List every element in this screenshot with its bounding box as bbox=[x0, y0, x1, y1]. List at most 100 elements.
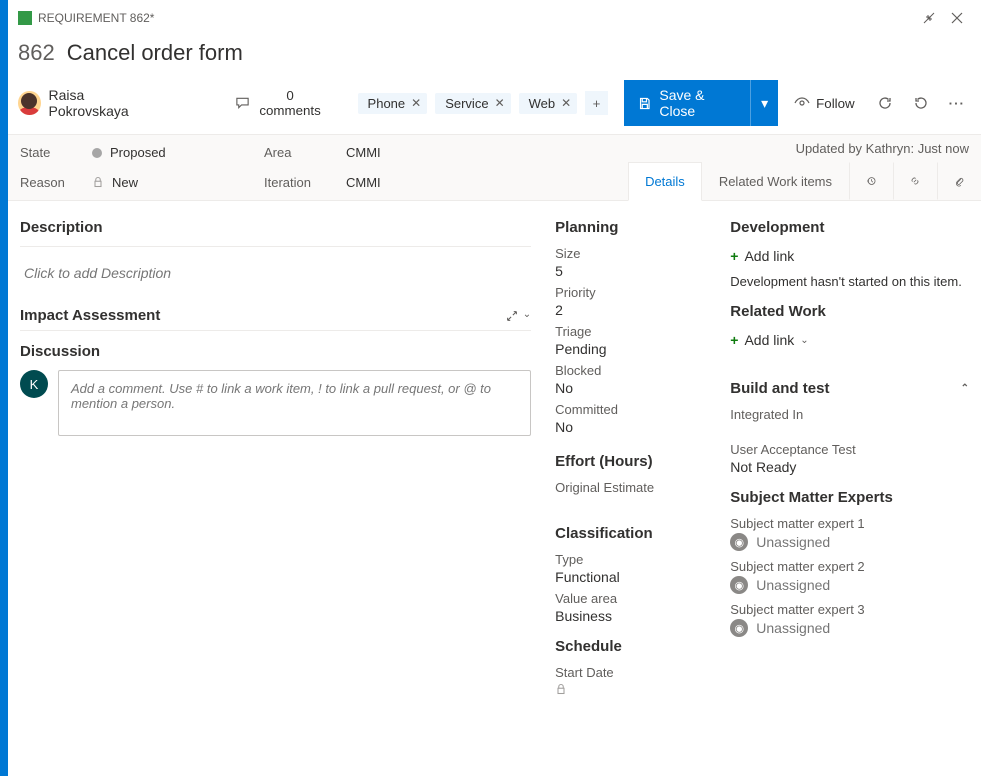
comments-count-label: 0 comments bbox=[256, 88, 324, 118]
valuearea-field[interactable]: Business bbox=[555, 608, 706, 624]
impact-heading: Impact Assessment bbox=[20, 307, 160, 324]
tag-label: Web bbox=[529, 96, 556, 111]
follow-label: Follow bbox=[816, 96, 855, 111]
tab-details[interactable]: Details bbox=[628, 162, 702, 201]
sme3-picker[interactable]: ◉ Unassigned bbox=[730, 619, 969, 637]
priority-field[interactable]: 2 bbox=[555, 302, 706, 318]
sme3-label: Subject matter expert 3 bbox=[730, 602, 969, 617]
history-icon bbox=[866, 173, 876, 189]
save-label: Save & Close bbox=[659, 87, 736, 119]
tab-related-label: Related Work items bbox=[719, 174, 832, 189]
comment-input[interactable]: Add a comment. Use # to link a work item… bbox=[58, 370, 531, 436]
tag-remove-icon[interactable]: ✕ bbox=[561, 96, 571, 110]
refresh-button[interactable] bbox=[871, 89, 899, 117]
size-field[interactable]: 5 bbox=[555, 263, 706, 279]
state-value: Proposed bbox=[110, 145, 166, 160]
undo-button[interactable] bbox=[907, 89, 935, 117]
attachment-icon bbox=[954, 173, 964, 189]
link-icon bbox=[910, 173, 920, 189]
priority-label: Priority bbox=[555, 285, 706, 300]
planning-heading: Planning bbox=[555, 219, 706, 236]
chevron-down-icon: ⌄ bbox=[800, 335, 808, 346]
description-heading: Description bbox=[20, 219, 531, 236]
tag-remove-icon[interactable]: ✕ bbox=[495, 96, 505, 110]
reason-field[interactable]: New bbox=[92, 175, 252, 190]
follow-button[interactable]: Follow bbox=[786, 89, 863, 117]
plus-icon: + bbox=[730, 332, 738, 348]
type-field[interactable]: Functional bbox=[555, 569, 706, 585]
iteration-value: CMMI bbox=[346, 175, 381, 190]
tab-history[interactable] bbox=[849, 162, 893, 200]
sme3-value: Unassigned bbox=[756, 620, 830, 636]
blocked-label: Blocked bbox=[555, 363, 706, 378]
discussion-heading: Discussion bbox=[20, 343, 531, 360]
updated-by-label: Updated by Kathryn: Just now bbox=[784, 135, 981, 162]
sme2-picker[interactable]: ◉ Unassigned bbox=[730, 576, 969, 594]
triage-field[interactable]: Pending bbox=[555, 341, 706, 357]
committed-label: Committed bbox=[555, 402, 706, 417]
development-add-link-button[interactable]: + Add link bbox=[730, 246, 794, 266]
effort-heading: Effort (Hours) bbox=[555, 453, 706, 470]
startdate-field[interactable] bbox=[555, 682, 706, 698]
uat-field[interactable]: Not Ready bbox=[730, 459, 969, 475]
valuearea-label: Value area bbox=[555, 591, 706, 606]
restore-window-icon[interactable] bbox=[915, 4, 943, 32]
comments-button[interactable]: 0 comments bbox=[227, 84, 332, 122]
tab-related-work-items[interactable]: Related Work items bbox=[702, 162, 849, 200]
tag-label: Service bbox=[445, 96, 488, 111]
person-icon: ◉ bbox=[730, 533, 748, 551]
add-link-label: Add link bbox=[744, 332, 794, 348]
uat-label: User Acceptance Test bbox=[730, 442, 969, 457]
sme-heading: Subject Matter Experts bbox=[730, 489, 969, 506]
related-work-add-link-button[interactable]: + Add link ⌄ bbox=[730, 330, 808, 350]
reason-label: Reason bbox=[20, 175, 80, 190]
schedule-heading: Schedule bbox=[555, 638, 706, 655]
sme1-picker[interactable]: ◉ Unassigned bbox=[730, 533, 969, 551]
lock-icon bbox=[555, 683, 567, 695]
committed-field[interactable]: No bbox=[555, 419, 706, 435]
tag-web[interactable]: Web ✕ bbox=[519, 93, 578, 114]
plus-icon: + bbox=[730, 248, 738, 264]
requirement-type-icon bbox=[18, 11, 32, 25]
collapse-icon[interactable]: ⌃ bbox=[961, 383, 969, 394]
state-dot-icon bbox=[92, 148, 102, 158]
assignee-picker[interactable]: Raisa Pokrovskaya bbox=[18, 87, 161, 119]
related-work-heading: Related Work bbox=[730, 303, 969, 320]
description-placeholder[interactable]: Click to add Description bbox=[20, 259, 531, 287]
reason-value: New bbox=[112, 175, 138, 190]
tab-links[interactable] bbox=[893, 162, 937, 200]
expand-icon[interactable] bbox=[505, 309, 519, 323]
work-item-color-bar bbox=[0, 0, 8, 776]
save-close-button[interactable]: Save & Close ▾ bbox=[624, 80, 778, 126]
sme2-label: Subject matter expert 2 bbox=[730, 559, 969, 574]
chevron-down-icon[interactable]: ⌄ bbox=[523, 309, 531, 323]
lock-icon bbox=[92, 176, 104, 188]
blocked-field[interactable]: No bbox=[555, 380, 706, 396]
original-estimate-label: Original Estimate bbox=[555, 480, 706, 495]
assignee-name: Raisa Pokrovskaya bbox=[49, 87, 161, 119]
iteration-label: Iteration bbox=[264, 175, 334, 190]
tag-remove-icon[interactable]: ✕ bbox=[411, 96, 421, 110]
tab-details-label: Details bbox=[645, 174, 685, 189]
tag-service[interactable]: Service ✕ bbox=[435, 93, 510, 114]
save-dropdown-caret[interactable]: ▾ bbox=[751, 88, 778, 119]
close-dialog-button[interactable] bbox=[943, 4, 971, 32]
tag-phone[interactable]: Phone ✕ bbox=[358, 93, 428, 114]
more-actions-button[interactable]: ··· bbox=[943, 90, 971, 117]
add-tag-button[interactable]: + bbox=[585, 91, 608, 115]
person-icon: ◉ bbox=[730, 576, 748, 594]
area-field[interactable]: CMMI bbox=[346, 145, 560, 160]
person-icon: ◉ bbox=[730, 619, 748, 637]
tab-attachments[interactable] bbox=[937, 162, 981, 200]
work-item-title[interactable]: Cancel order form bbox=[67, 40, 243, 66]
type-label: Type bbox=[555, 552, 706, 567]
integrated-in-label: Integrated In bbox=[730, 407, 969, 422]
state-label: State bbox=[20, 145, 80, 160]
iteration-field[interactable]: CMMI bbox=[346, 175, 560, 190]
tag-label: Phone bbox=[368, 96, 406, 111]
current-user-avatar: K bbox=[20, 370, 48, 398]
area-label: Area bbox=[264, 145, 334, 160]
state-field[interactable]: Proposed bbox=[92, 145, 252, 160]
classification-heading: Classification bbox=[555, 525, 706, 542]
work-item-type-label: REQUIREMENT 862* bbox=[38, 11, 154, 25]
